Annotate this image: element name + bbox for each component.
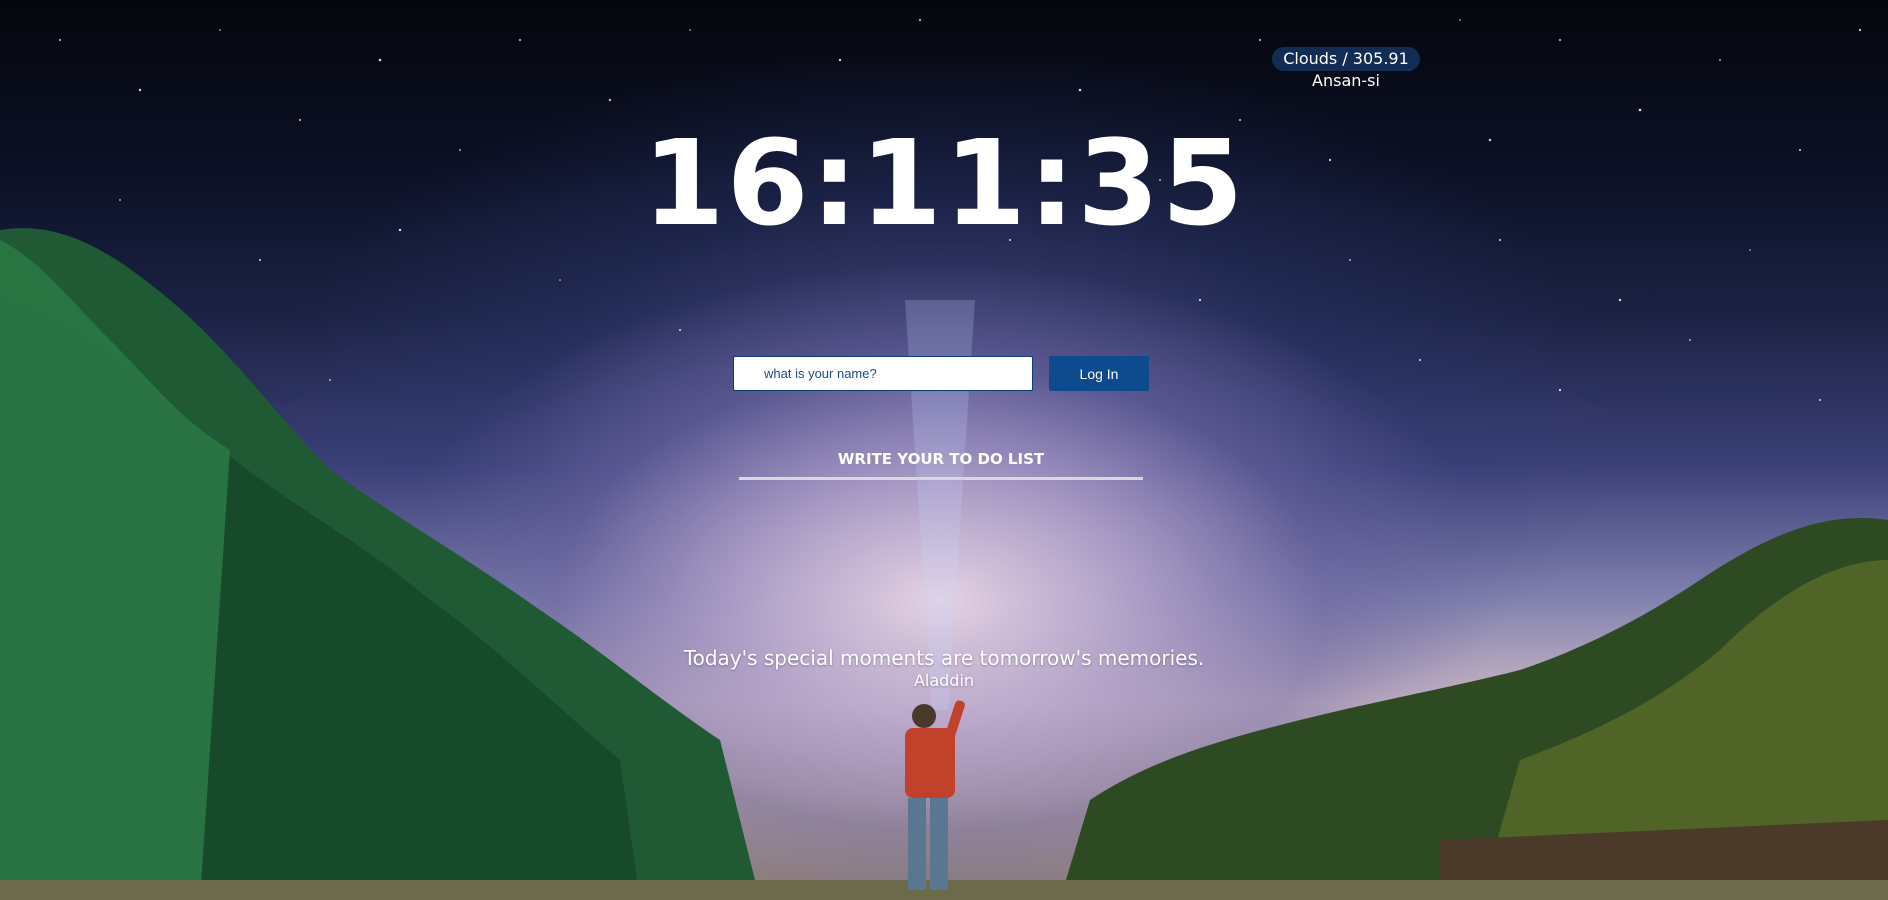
background-page: Clouds / 305.91 Ansan-si 16:11:35 Log In… <box>0 0 1888 900</box>
weather-summary: Clouds / 305.91 <box>1272 47 1420 71</box>
quote-author: Aladdin <box>913 671 975 690</box>
weather-widget: Clouds / 305.91 Ansan-si <box>1272 47 1420 91</box>
quote-text: Today's special moments are tomorrow's m… <box>683 646 1205 670</box>
login-button[interactable]: Log In <box>1049 356 1149 391</box>
todo-section: WRITE YOUR TO DO LIST <box>739 448 1143 480</box>
weather-city: Ansan-si <box>1312 71 1380 90</box>
todo-input[interactable] <box>739 476 1143 480</box>
name-input[interactable] <box>733 356 1033 391</box>
person-silhouette <box>905 700 965 890</box>
clock: 16:11:35 <box>642 114 1246 252</box>
todo-label: WRITE YOUR TO DO LIST <box>837 450 1045 468</box>
login-form: Log In <box>733 356 1149 392</box>
quote-block: Today's special moments are tomorrow's m… <box>0 645 1888 691</box>
